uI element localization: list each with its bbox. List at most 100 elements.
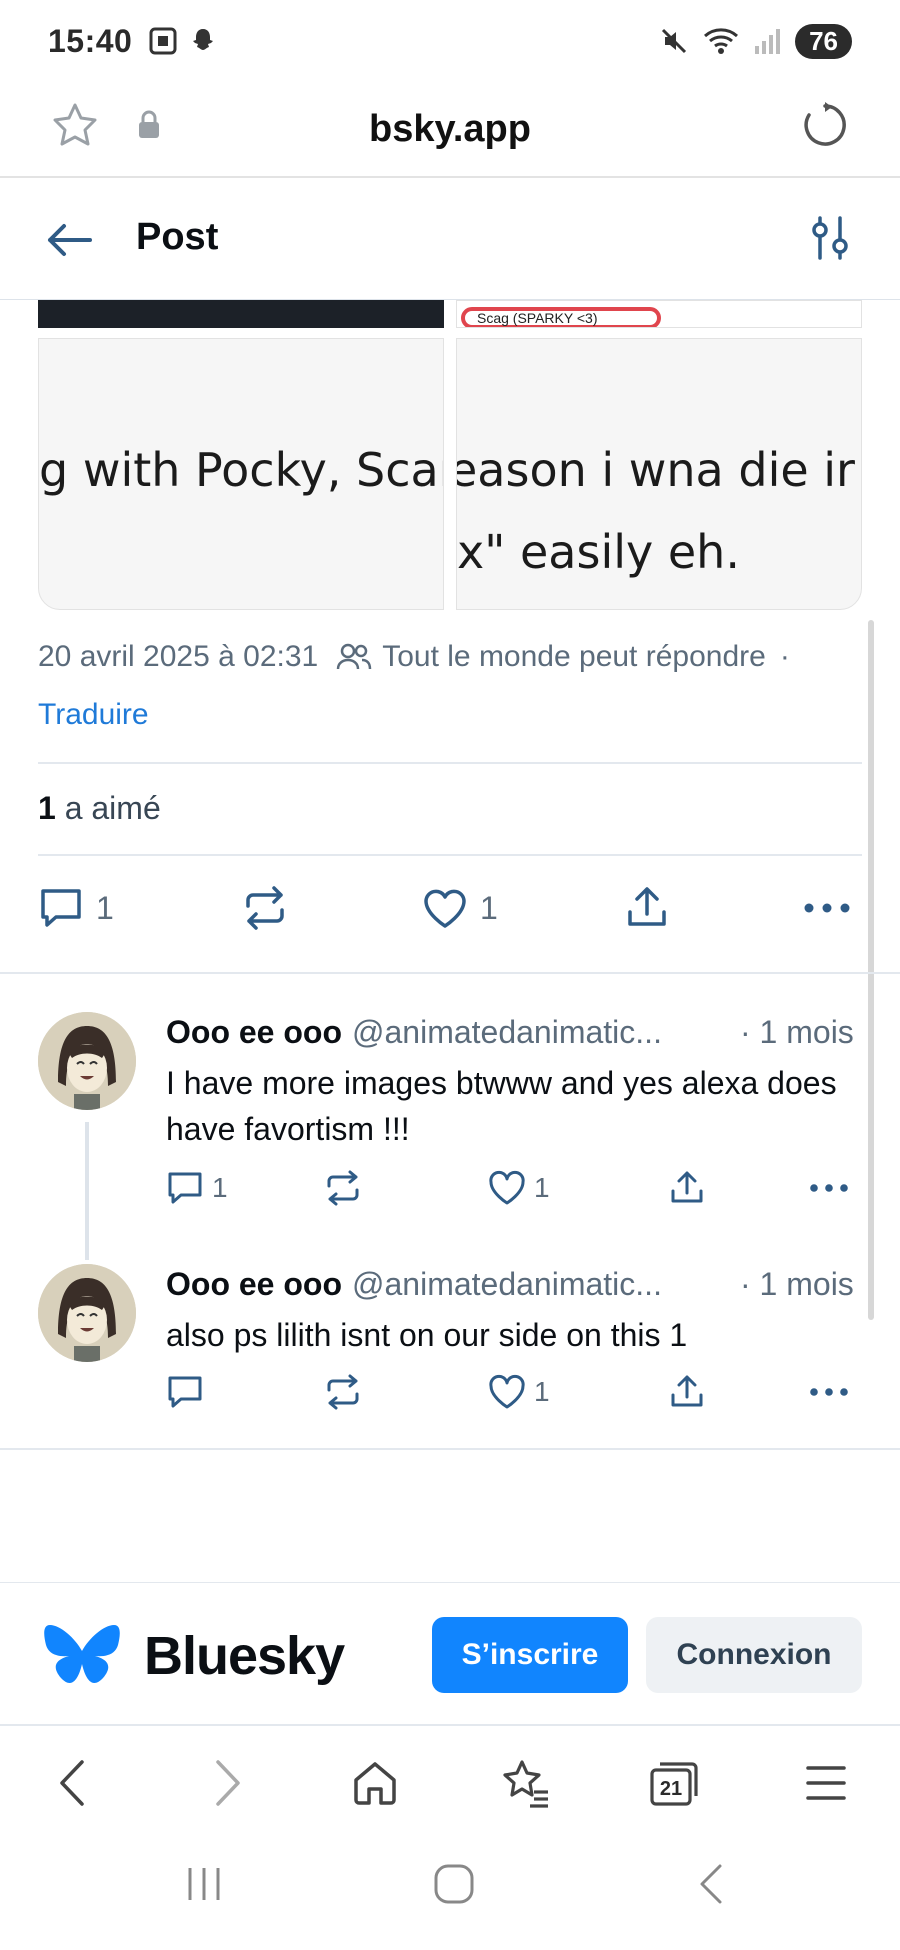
reply-action-bar: 1 (166, 1374, 862, 1414)
image-strip-top: Scag (SPARKY <3) (38, 300, 862, 328)
share-icon (671, 1375, 703, 1407)
like-button[interactable]: 1 (488, 1170, 550, 1206)
likes-line[interactable]: 1 a aimé (38, 790, 161, 827)
image-snippet: Scag (SPARKY <3) (461, 307, 661, 327)
heart-icon (489, 1374, 525, 1409)
meta-separator: · (779, 640, 790, 673)
post-image-dark[interactable] (38, 300, 444, 328)
reply-item[interactable]: Ooo ee ooo @animatedanimatic... · 1 mois… (0, 1010, 900, 1260)
battery-indicator: 76 (795, 23, 852, 59)
author-name[interactable]: Ooo ee ooo (166, 1266, 342, 1303)
like-button[interactable]: 1 (488, 1374, 550, 1410)
status-icons-left (148, 26, 218, 56)
system-home-icon[interactable] (432, 1862, 476, 1906)
reply-item[interactable]: Ooo ee ooo @animatedanimatic... · 1 mois… (0, 1262, 900, 1432)
author-handle[interactable]: @animatedanimatic... (352, 1014, 662, 1051)
reply-time: · 1 mois (740, 1266, 854, 1302)
status-icons-right: 76 (659, 23, 852, 59)
reload-icon[interactable] (800, 100, 850, 150)
url-text[interactable]: bsky.app (0, 108, 900, 151)
post-image-screenshot[interactable]: Scag (SPARKY <3) (456, 300, 862, 328)
browser-bottom-nav: 21 (0, 1728, 900, 1838)
share-button[interactable] (624, 886, 670, 930)
like-count: 1 (534, 1172, 550, 1203)
avatar-image (38, 1012, 136, 1110)
reply-header: Ooo ee ooo @animatedanimatic... (166, 1014, 662, 1051)
comment-icon (41, 889, 81, 927)
image-right-text-1: eason i wna die ir (456, 443, 855, 497)
thread-settings-icon[interactable] (810, 216, 850, 260)
more-options-button[interactable] (808, 1170, 850, 1206)
repost-button[interactable] (324, 1374, 362, 1410)
menu-icon[interactable] (804, 1758, 848, 1808)
image-right-text-2: x" easily eh. (457, 525, 740, 579)
author-name[interactable]: Ooo ee ooo (166, 1014, 342, 1051)
recent-apps-icon[interactable] (182, 1862, 226, 1906)
browser-url-bar[interactable]: bsky.app (0, 82, 900, 178)
post-image-left[interactable]: g with Pocky, Scarle (38, 338, 444, 610)
login-button[interactable]: Connexion (646, 1617, 862, 1693)
like-button[interactable]: 1 (422, 886, 498, 930)
back-arrow-icon[interactable] (44, 220, 94, 260)
share-button[interactable] (668, 1374, 706, 1410)
section-divider (0, 972, 900, 974)
post-date: 20 avril 2025 à 02:31 (38, 640, 319, 673)
bluesky-wordmark: Bluesky (144, 1626, 345, 1686)
system-back-icon[interactable] (690, 1862, 734, 1906)
more-dots-icon (810, 1184, 848, 1192)
like-count: 1 (480, 889, 498, 926)
reply-count: 1 (96, 889, 114, 926)
wifi-icon (704, 28, 739, 54)
browser-forward-icon[interactable] (206, 1758, 246, 1808)
repost-icon (327, 1374, 359, 1410)
reply-text: also ps lilith isnt on our side on this … (166, 1317, 688, 1353)
bookmark-star-icon[interactable] (50, 100, 100, 150)
reply-button[interactable] (166, 1374, 212, 1410)
reply-policy[interactable]: Tout le monde peut répondre (382, 640, 766, 674)
heart-icon (424, 889, 466, 928)
screenshot-icon (149, 27, 177, 55)
bookmarks-icon[interactable] (498, 1758, 552, 1808)
reply-action-bar: 1 1 (166, 1170, 862, 1210)
share-button[interactable] (668, 1170, 706, 1206)
like-count: 1 (534, 1376, 550, 1407)
avatar-image (38, 1264, 136, 1362)
reply-header: Ooo ee ooo @animatedanimatic... (166, 1266, 662, 1303)
tabs-icon[interactable]: 21 (648, 1758, 700, 1808)
repost-icon (246, 886, 284, 930)
bluesky-butterfly-icon (44, 1625, 120, 1683)
reply-button[interactable]: 1 (38, 886, 114, 930)
post-image-right[interactable]: eason i wna die ir x" easily eh. (456, 338, 862, 610)
comment-icon (168, 1172, 202, 1204)
avatar[interactable] (38, 1012, 136, 1110)
heart-icon (489, 1170, 525, 1205)
repost-button[interactable] (324, 1170, 362, 1206)
status-time: 15:40 (48, 22, 133, 59)
comment-icon (168, 1376, 202, 1408)
author-handle[interactable]: @animatedanimatic... (352, 1266, 662, 1303)
system-nav-bar (0, 1840, 900, 1950)
likes-label: a aimé (64, 790, 161, 826)
likes-count: 1 (38, 790, 56, 826)
translate-link[interactable]: Traduire (38, 698, 149, 732)
browser-back-icon[interactable] (54, 1758, 94, 1808)
app-header: Post (0, 180, 900, 300)
more-dots-icon (804, 903, 850, 913)
repost-button[interactable] (242, 886, 288, 930)
signup-button[interactable]: S’inscrire (432, 1617, 628, 1693)
mute-icon (662, 28, 687, 54)
reply-time: · 1 mois (740, 1014, 854, 1050)
more-options-button[interactable] (802, 886, 852, 930)
reply-button[interactable]: 1 (166, 1170, 228, 1206)
more-options-button[interactable] (808, 1374, 850, 1410)
post-action-bar: 1 1 (38, 886, 862, 942)
share-icon (628, 887, 666, 926)
post-meta: 20 avril 2025 à 02:31 Tout le monde peut… (38, 640, 868, 674)
page-title: Post (136, 216, 219, 258)
repost-icon (327, 1170, 359, 1206)
avatar[interactable] (38, 1264, 136, 1362)
reply-count: 1 (212, 1172, 228, 1203)
tabs-count: 21 (660, 1778, 682, 1800)
status-bar: 15:40 76 (0, 0, 900, 82)
home-icon[interactable] (350, 1758, 400, 1808)
